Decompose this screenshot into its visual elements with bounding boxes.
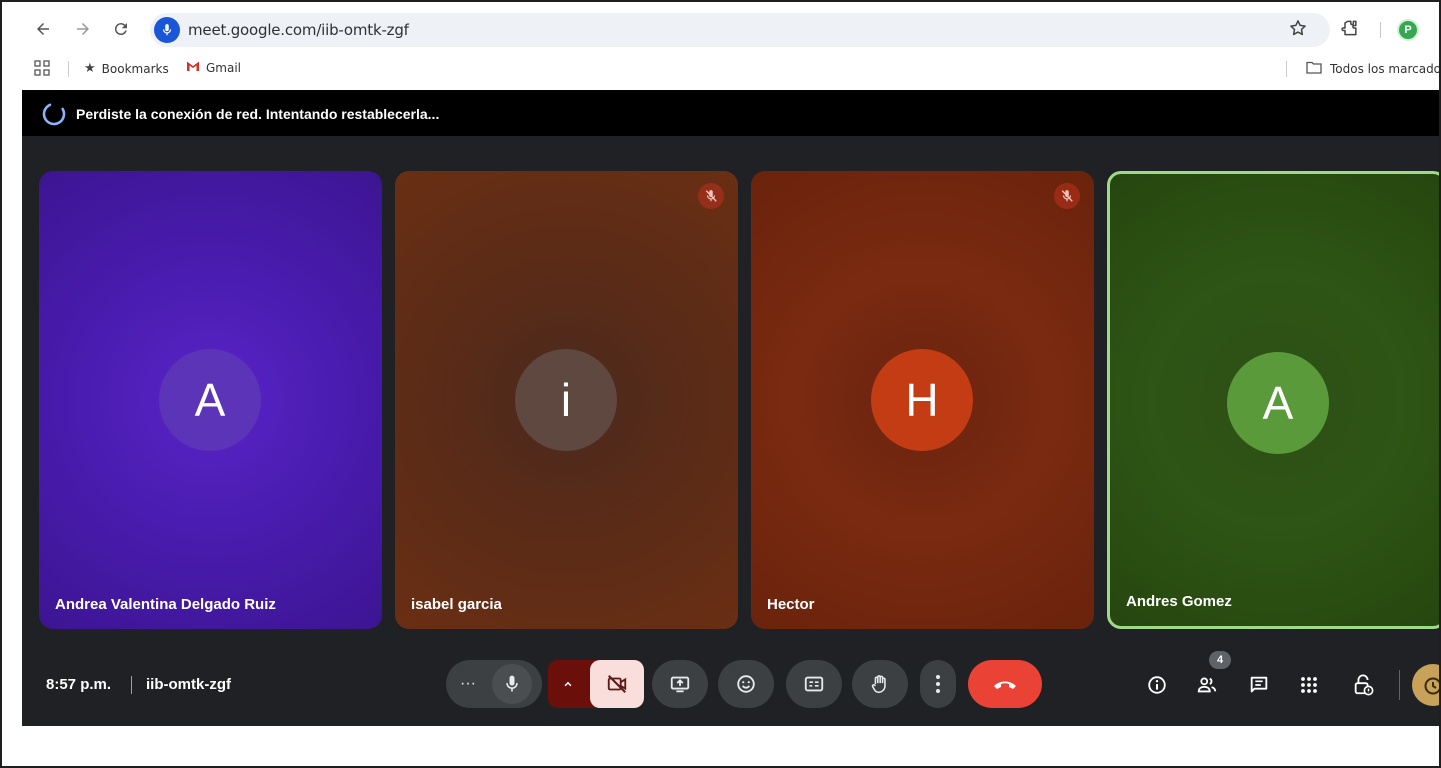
current-time: 8:57 p.m.: [46, 676, 112, 693]
participant-name: Hector: [767, 596, 815, 613]
bookmarks-divider: [1286, 61, 1287, 77]
mic-control-group: ···: [446, 660, 542, 708]
camera-control-group: [548, 660, 644, 708]
all-bookmarks-link[interactable]: Todos los marcador: [1306, 61, 1441, 77]
forward-arrow-icon[interactable]: [72, 18, 94, 40]
footer-divider: [131, 676, 132, 694]
camera-off-icon: [607, 675, 627, 693]
banner-text: Perdiste la conexión de red. Intentando …: [76, 106, 440, 122]
meeting-code: iib-omtk-zgf: [146, 676, 231, 693]
participant-name: isabel garcia: [411, 596, 502, 613]
star-icon[interactable]: [1288, 18, 1310, 40]
participant-avatar: A: [159, 349, 261, 451]
chat-icon[interactable]: [1246, 672, 1272, 698]
meet-call-area: Perdiste la conexión de red. Intentando …: [22, 90, 1439, 726]
more-horiz-icon[interactable]: ···: [456, 672, 480, 696]
leave-call-button[interactable]: [968, 660, 1042, 708]
participant-avatar: A: [1227, 352, 1329, 454]
participant-name: Andrea Valentina Delgado Ruiz: [55, 596, 276, 613]
browser-toolbar: meet.google.com/iib-omtk-zgf P: [4, 4, 1439, 54]
folder-icon: [1306, 61, 1322, 77]
screenshot-frame: meet.google.com/iib-omtk-zgf P ★ Bookmar…: [0, 0, 1441, 768]
participant-avatar: H: [871, 349, 973, 451]
camera-off-button[interactable]: [590, 660, 644, 708]
participant-tile[interactable]: H Hector: [751, 171, 1094, 629]
raise-hand-icon: [871, 675, 886, 694]
emoji-button[interactable]: [718, 660, 774, 708]
bookmarks-divider: [68, 61, 69, 77]
puzzle-icon[interactable]: [1340, 18, 1362, 40]
bookmarks-label: Bookmarks: [101, 61, 169, 76]
star-filled-icon: ★: [84, 61, 96, 76]
mic-icon: [506, 675, 518, 692]
present-screen-button[interactable]: [652, 660, 708, 708]
host-controls-icon[interactable]: [1350, 672, 1376, 698]
timer-button[interactable]: [1412, 664, 1439, 706]
connection-lost-banner: Perdiste la conexión de red. Intentando …: [22, 90, 1439, 136]
info-icon[interactable]: [1144, 672, 1170, 698]
captions-button[interactable]: [786, 660, 842, 708]
call-controls-bar: 8:57 p.m. iib-omtk-zgf ··· 4: [22, 650, 1439, 726]
bookmarks-bar: ★ Bookmarks Gmail Todos los marcador: [4, 54, 1441, 84]
gmail-label: Gmail: [206, 61, 242, 75]
raise-hand-button[interactable]: [852, 660, 908, 708]
mic-off-icon: [1054, 183, 1080, 209]
gmail-bookmark-link[interactable]: Gmail: [186, 61, 241, 75]
footer-divider: [1399, 670, 1400, 700]
address-bar[interactable]: meet.google.com/iib-omtk-zgf: [150, 13, 1330, 47]
back-arrow-icon[interactable]: [32, 18, 54, 40]
participant-tile[interactable]: A Andrea Valentina Delgado Ruiz: [39, 171, 382, 629]
microphone-icon: [154, 17, 180, 43]
present-screen-icon: [670, 676, 690, 693]
gmail-icon: [186, 61, 200, 75]
reload-icon[interactable]: [110, 18, 132, 40]
profile-avatar[interactable]: P: [1397, 19, 1419, 41]
captions-icon: [804, 676, 824, 692]
all-bookmarks-label: Todos los marcador: [1330, 62, 1441, 76]
more-vert-icon: [936, 675, 940, 693]
participant-name: Andres Gomez: [1126, 593, 1232, 610]
timer-icon: [1424, 677, 1439, 695]
mic-button[interactable]: [492, 664, 532, 704]
apps-grid-icon[interactable]: [34, 60, 50, 76]
people-count-badge: 4: [1209, 651, 1231, 669]
loading-spinner-icon: [41, 101, 67, 127]
participant-avatar: i: [515, 349, 617, 451]
hang-up-icon: [994, 681, 1016, 689]
chevron-up-icon[interactable]: [556, 672, 580, 696]
emoji-icon: [737, 675, 755, 693]
more-options-button[interactable]: [920, 660, 956, 708]
url-text[interactable]: meet.google.com/iib-omtk-zgf: [188, 21, 409, 39]
participant-tile[interactable]: i isabel garcia: [395, 171, 738, 629]
mic-off-icon: [698, 183, 724, 209]
participant-tile-speaking[interactable]: A Andres Gomez: [1107, 171, 1439, 629]
activities-grid-icon[interactable]: [1296, 672, 1322, 698]
toolbar-divider: [1380, 22, 1381, 38]
people-icon[interactable]: [1194, 672, 1220, 698]
bookmarks-folder-link[interactable]: ★ Bookmarks: [84, 61, 169, 76]
